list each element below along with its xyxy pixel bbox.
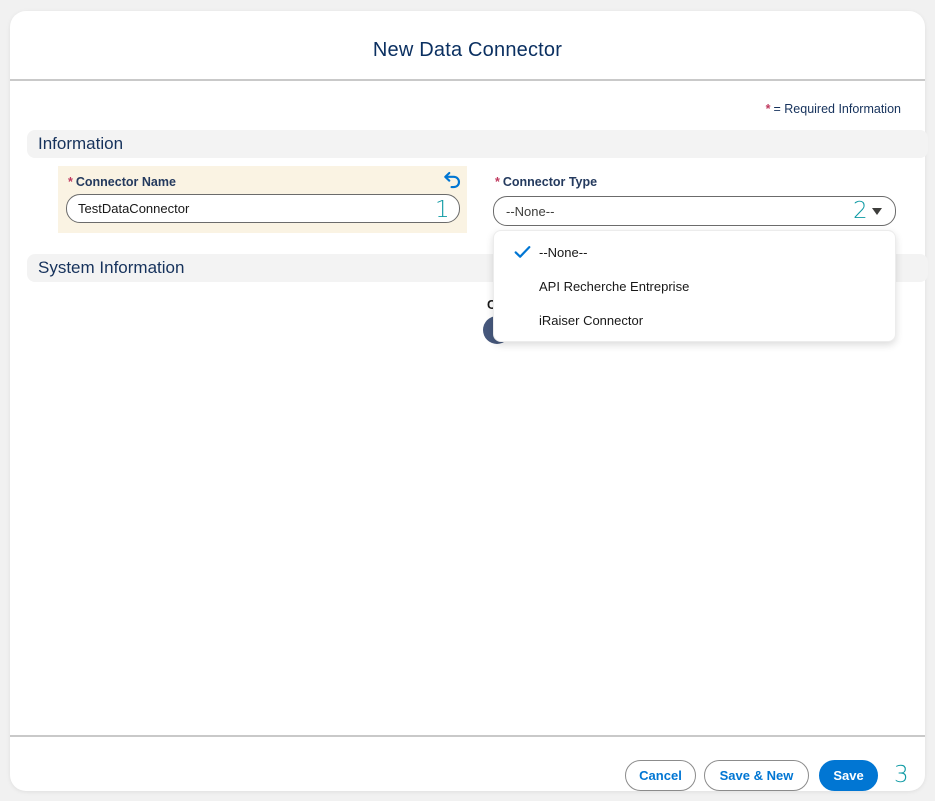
annotation-marker-1: 1: [435, 199, 450, 222]
section-title: Information: [38, 134, 123, 154]
new-data-connector-modal: New Data Connector *= Required Informati…: [10, 11, 925, 791]
undo-icon[interactable]: [442, 171, 462, 191]
section-header-information: Information: [27, 130, 928, 158]
connector-type-select[interactable]: --None--: [493, 196, 896, 226]
save-button[interactable]: Save: [819, 760, 878, 791]
required-information-note: *= Required Information: [766, 102, 901, 116]
dropdown-option-label: API Recherche Entreprise: [539, 279, 689, 294]
check-icon: [514, 245, 539, 259]
undo-icon: [443, 171, 461, 189]
chevron-down-icon: [872, 208, 882, 215]
page-title: New Data Connector: [10, 39, 925, 62]
required-asterisk: *: [68, 175, 73, 189]
dropdown-option-none[interactable]: --None--: [494, 235, 895, 269]
annotation-marker-2: 2: [853, 200, 868, 223]
dropdown-option-label: iRaiser Connector: [539, 313, 643, 328]
connector-type-dropdown-list: --None-- API Recherche Entreprise iRaise…: [493, 230, 896, 342]
modal-header: New Data Connector: [10, 11, 925, 80]
save-and-new-button[interactable]: Save & New: [704, 760, 809, 791]
connector-type-label: *Connector Type: [495, 175, 597, 189]
required-asterisk: *: [495, 175, 500, 189]
connector-name-field-group: *Connector Name: [58, 166, 467, 233]
cancel-button[interactable]: Cancel: [625, 760, 696, 791]
dropdown-option-label: --None--: [539, 245, 587, 260]
connector-name-label: *Connector Name: [68, 175, 176, 189]
modal-footer: Cancel Save & New Save: [10, 737, 925, 791]
required-asterisk: *: [766, 102, 771, 116]
annotation-marker-3: 3: [894, 764, 909, 787]
connector-type-selected-value: --None--: [506, 204, 554, 219]
connector-name-input[interactable]: [66, 194, 460, 223]
required-note-text: = Required Information: [773, 102, 901, 116]
header-divider: [10, 79, 925, 81]
section-title: System Information: [38, 258, 184, 278]
dropdown-option-iraiser-connector[interactable]: iRaiser Connector: [494, 303, 895, 337]
dropdown-option-api-recherche-entreprise[interactable]: API Recherche Entreprise: [494, 269, 895, 303]
